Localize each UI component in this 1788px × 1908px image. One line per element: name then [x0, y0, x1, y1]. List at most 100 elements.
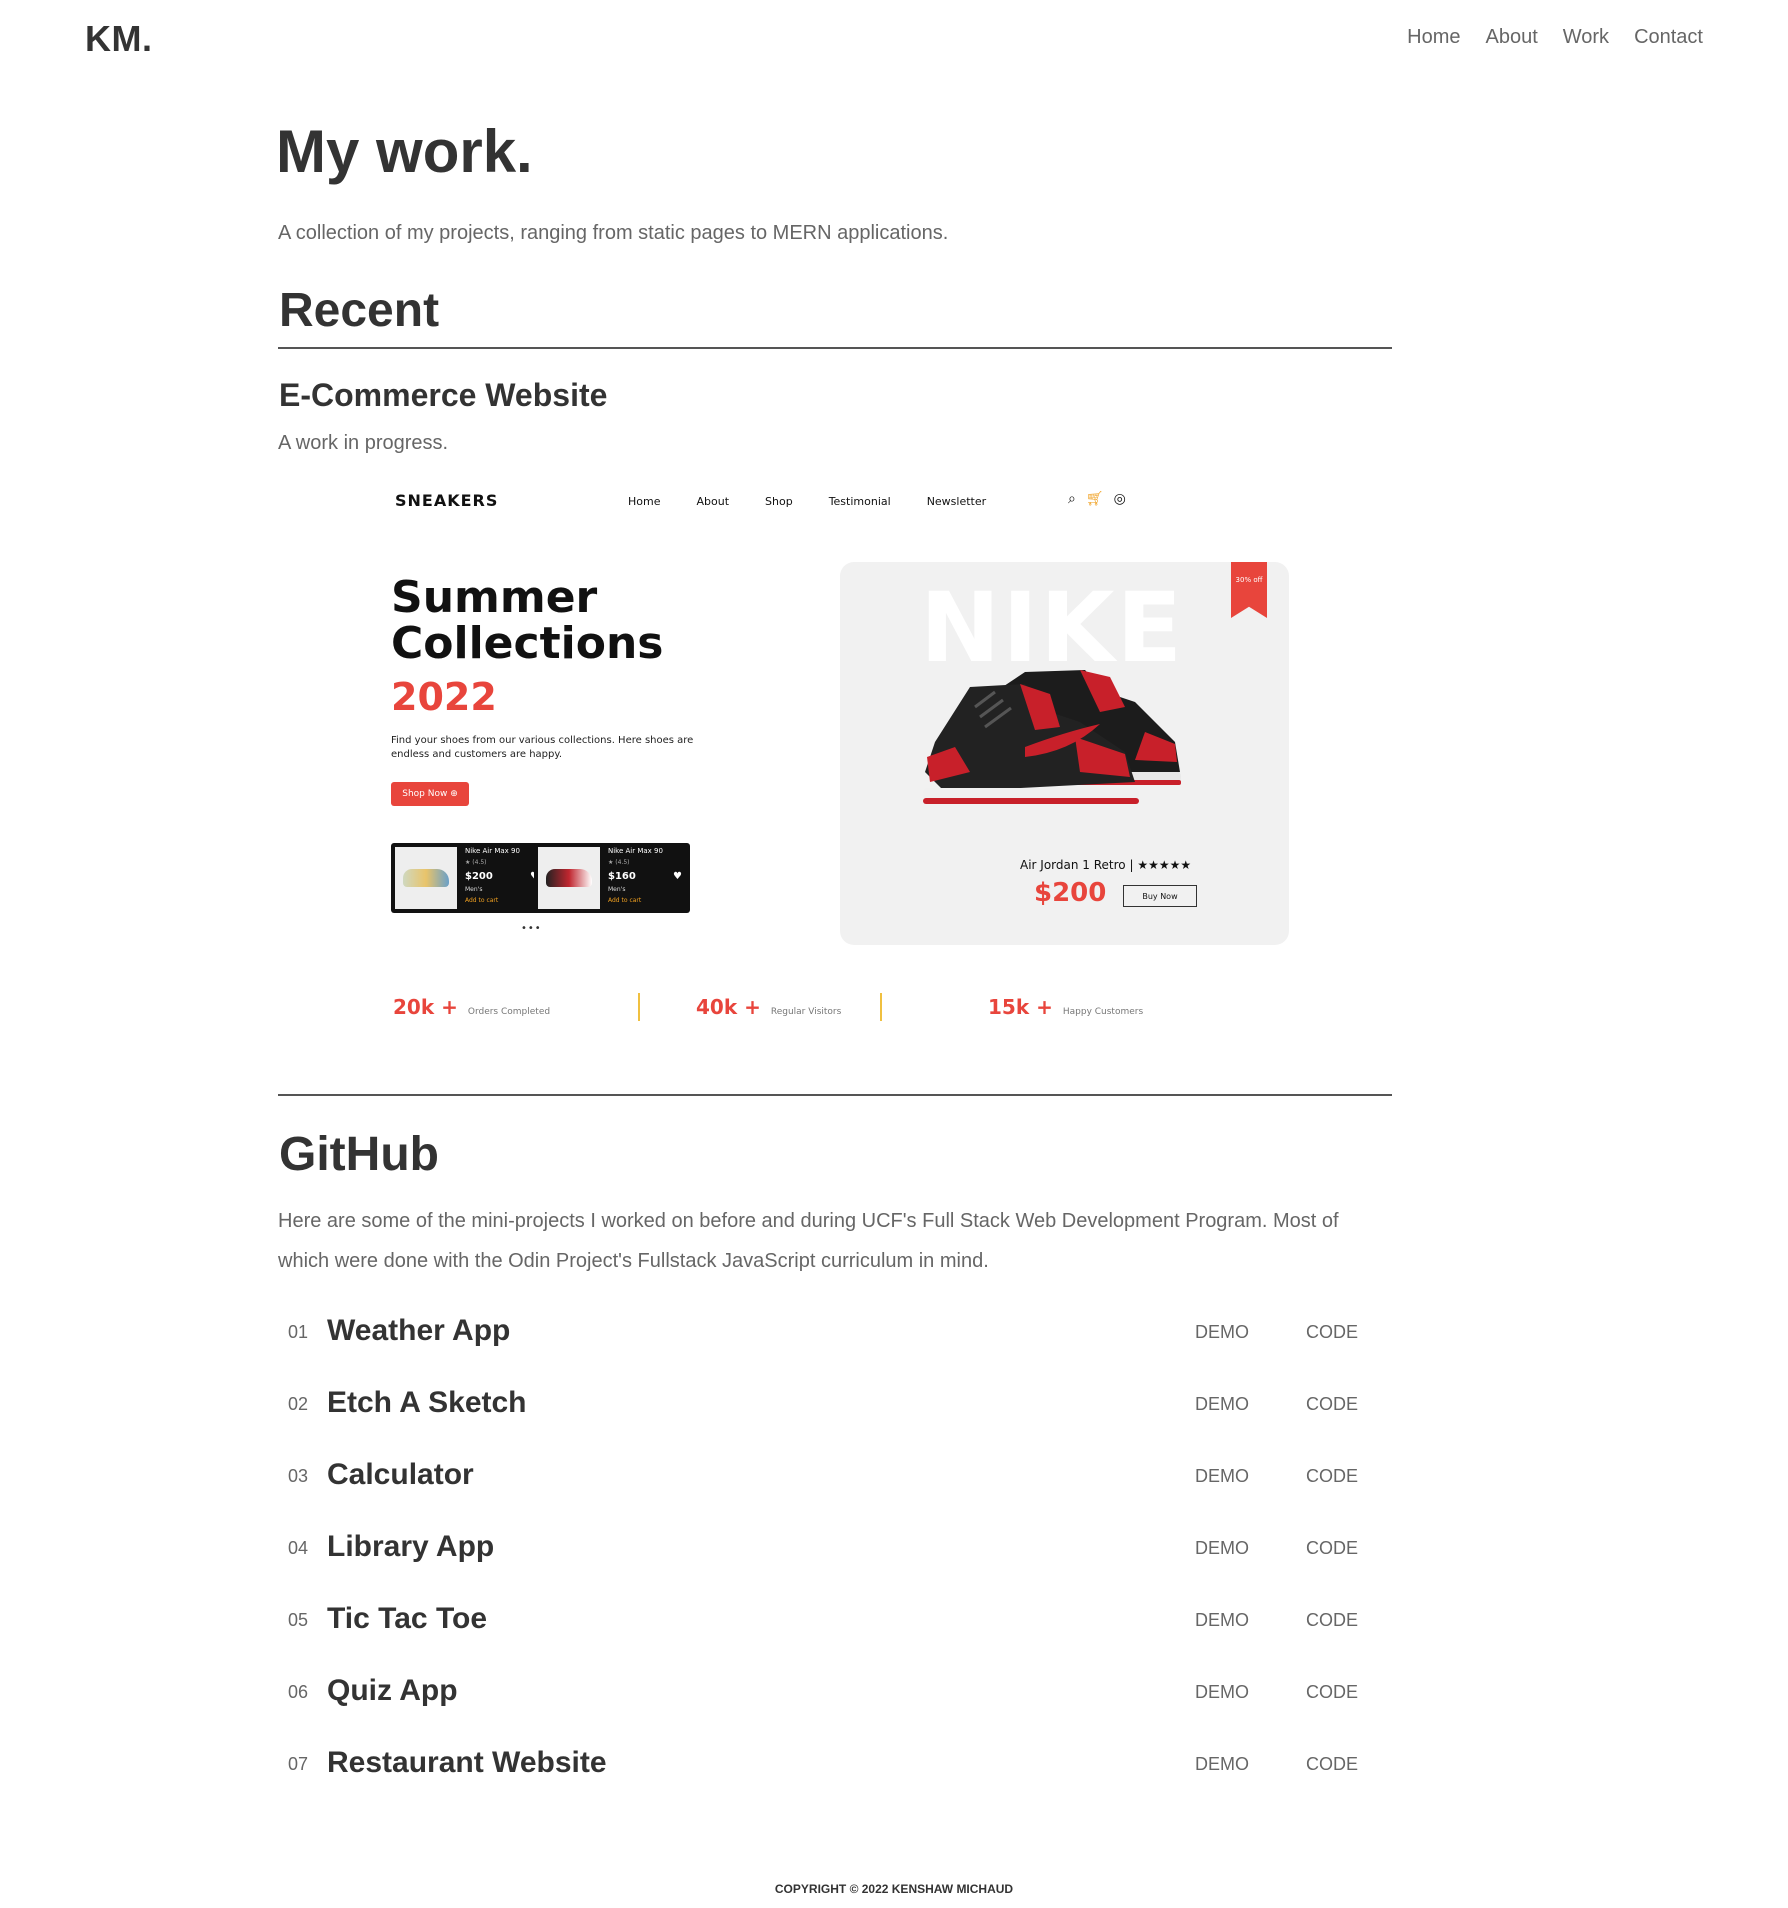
stat-value: 15k + [988, 995, 1053, 1019]
stat-divider [880, 993, 882, 1021]
card-name: Nike Air Max 90 [465, 847, 520, 855]
sneaker-image [923, 670, 1181, 804]
repo-row: 02 Etch A Sketch DEMO CODE [278, 1380, 1392, 1430]
repo-name: Quiz App [327, 1674, 458, 1707]
preview-hero-year: 2022 [391, 675, 497, 719]
repo-name: Restaurant Website [327, 1746, 607, 1779]
repo-number: 04 [288, 1538, 309, 1558]
preview-product-name: Air Jordan 1 Retro | ★★★★★ [1020, 858, 1192, 872]
stat-label: Happy Customers [1062, 1007, 1144, 1017]
user-icon: ◎ [1113, 491, 1126, 507]
preview-nav-item: Testimonial [828, 495, 891, 508]
project-title: E-Commerce Website [279, 377, 608, 413]
repo-number: 07 [288, 1754, 309, 1774]
product-name: Air Jordan 1 Retro [1020, 858, 1126, 872]
repo-row: 05 Tic Tac Toe DEMO CODE [278, 1596, 1392, 1646]
preview-hero-line1: Summer [391, 572, 598, 623]
code-link[interactable]: CODE [1306, 1322, 1358, 1343]
carousel-dots: ••• [521, 923, 542, 934]
code-link[interactable]: CODE [1306, 1610, 1358, 1631]
star-rating: ★★★★★ [1137, 858, 1192, 872]
demo-link[interactable]: DEMO [1195, 1754, 1249, 1775]
preview-product-price: $200 [1034, 878, 1107, 908]
shoe-thumbnail [395, 847, 457, 909]
preview-nav-item: Home [628, 495, 661, 508]
preview-hero-product: NIKE 30% off Air Jordan 1 Retro | ★★★★★ [840, 562, 1289, 945]
nav-home-link[interactable]: Home [1407, 26, 1460, 49]
repo-name: Calculator [327, 1458, 474, 1491]
nav-about-link[interactable]: About [1485, 26, 1537, 49]
preview-hero-title: Summer Collections [391, 575, 663, 667]
card-price: $200 [465, 871, 493, 882]
demo-link[interactable]: DEMO [1195, 1322, 1249, 1343]
preview-brand: SNEAKERS [395, 491, 499, 510]
footer-copyright: COPYRIGHT © 2022 KENSHAW MICHAUD [774, 1882, 1014, 1896]
github-heading: GitHub [279, 1128, 439, 1181]
recent-heading: Recent [279, 284, 440, 337]
site-logo[interactable]: KM. [85, 18, 153, 60]
preview-nav-item: Shop [765, 495, 793, 508]
page-title: My work. [276, 118, 533, 185]
card-category: Men's [465, 886, 483, 893]
project-description: A work in progress. [278, 432, 449, 454]
main-nav: Home About Work Contact [1407, 26, 1703, 49]
demo-link[interactable]: DEMO [1195, 1466, 1249, 1487]
demo-link[interactable]: DEMO [1195, 1394, 1249, 1415]
card-price: $160 [608, 871, 636, 882]
repo-number: 05 [288, 1610, 309, 1630]
demo-link[interactable]: DEMO [1195, 1610, 1249, 1631]
stat-label: Regular Visitors [770, 1007, 842, 1017]
repo-number: 02 [288, 1394, 309, 1414]
preview-shop-button: Shop Now ⊕ [391, 782, 469, 806]
nav-work-link[interactable]: Work [1563, 26, 1609, 49]
preview-product-card: Nike Air Max 90 ★ (4.5) $200 Men's Add t… [391, 843, 547, 913]
repo-row: 03 Calculator DEMO CODE [278, 1452, 1392, 1502]
repo-row: 01 Weather App DEMO CODE [278, 1308, 1392, 1358]
section-divider [278, 347, 1392, 349]
preview-stat: 15k + Happy Customers [988, 995, 1143, 1019]
preview-icons: ⌕ 🛒︎ ◎ [1068, 491, 1126, 507]
preview-buy-button: Buy Now [1123, 885, 1197, 907]
repo-number: 03 [288, 1466, 309, 1486]
card-rating: ★ (4.5) [608, 859, 630, 866]
cart-icon: 🛒︎ [1085, 491, 1104, 507]
card-cta: Add to cart [608, 897, 642, 904]
code-link[interactable]: CODE [1306, 1682, 1358, 1703]
preview-product-card: Nike Air Max 90 ★ (4.5) $160 Men's Add t… [534, 843, 690, 913]
preview-stat: 40k + Regular Visitors [696, 995, 841, 1019]
site-header: KM. Home About Work Contact [0, 0, 1788, 80]
page-subtitle: A collection of my projects, ranging fro… [278, 222, 949, 244]
code-link[interactable]: CODE [1306, 1394, 1358, 1415]
repo-name: Tic Tac Toe [327, 1602, 488, 1635]
nav-contact-link[interactable]: Contact [1634, 26, 1703, 49]
preview-hero-line2: Collections [391, 618, 664, 669]
demo-link[interactable]: DEMO [1195, 1682, 1249, 1703]
github-description: Here are some of the mini-projects I wor… [278, 1210, 1339, 1272]
code-link[interactable]: CODE [1306, 1538, 1358, 1559]
preview-nav-item: Newsletter [926, 495, 987, 508]
shoe-thumbnail [538, 847, 600, 909]
card-name: Nike Air Max 90 [608, 847, 663, 855]
repo-name: Weather App [327, 1314, 511, 1347]
preview-stat: 20k + Orders Completed [393, 995, 550, 1019]
repo-row: 07 Restaurant Website DEMO CODE [278, 1740, 1392, 1790]
stat-label: Orders Completed [467, 1007, 551, 1017]
repo-number: 06 [288, 1682, 309, 1702]
project-preview-image[interactable]: SNEAKERS Home About Shop Testimonial New… [378, 475, 1298, 1055]
preview-hero-text: Find your shoes from our various collect… [391, 735, 694, 760]
card-cta: Add to cart [465, 897, 499, 904]
card-rating: ★ (4.5) [465, 859, 487, 866]
stat-value: 40k + [696, 995, 761, 1019]
heart-icon: ♥ [673, 871, 682, 882]
section-divider [278, 1094, 1392, 1096]
stat-value: 20k + [393, 995, 458, 1019]
preview-nav: Home About Shop Testimonial Newsletter [628, 495, 1022, 508]
code-link[interactable]: CODE [1306, 1754, 1358, 1775]
search-icon: ⌕ [1068, 491, 1076, 507]
repo-name: Etch A Sketch [327, 1386, 527, 1419]
stat-divider [638, 993, 640, 1021]
demo-link[interactable]: DEMO [1195, 1538, 1249, 1559]
card-category: Men's [608, 886, 626, 893]
code-link[interactable]: CODE [1306, 1466, 1358, 1487]
discount-ribbon: 30% off [1231, 562, 1267, 618]
